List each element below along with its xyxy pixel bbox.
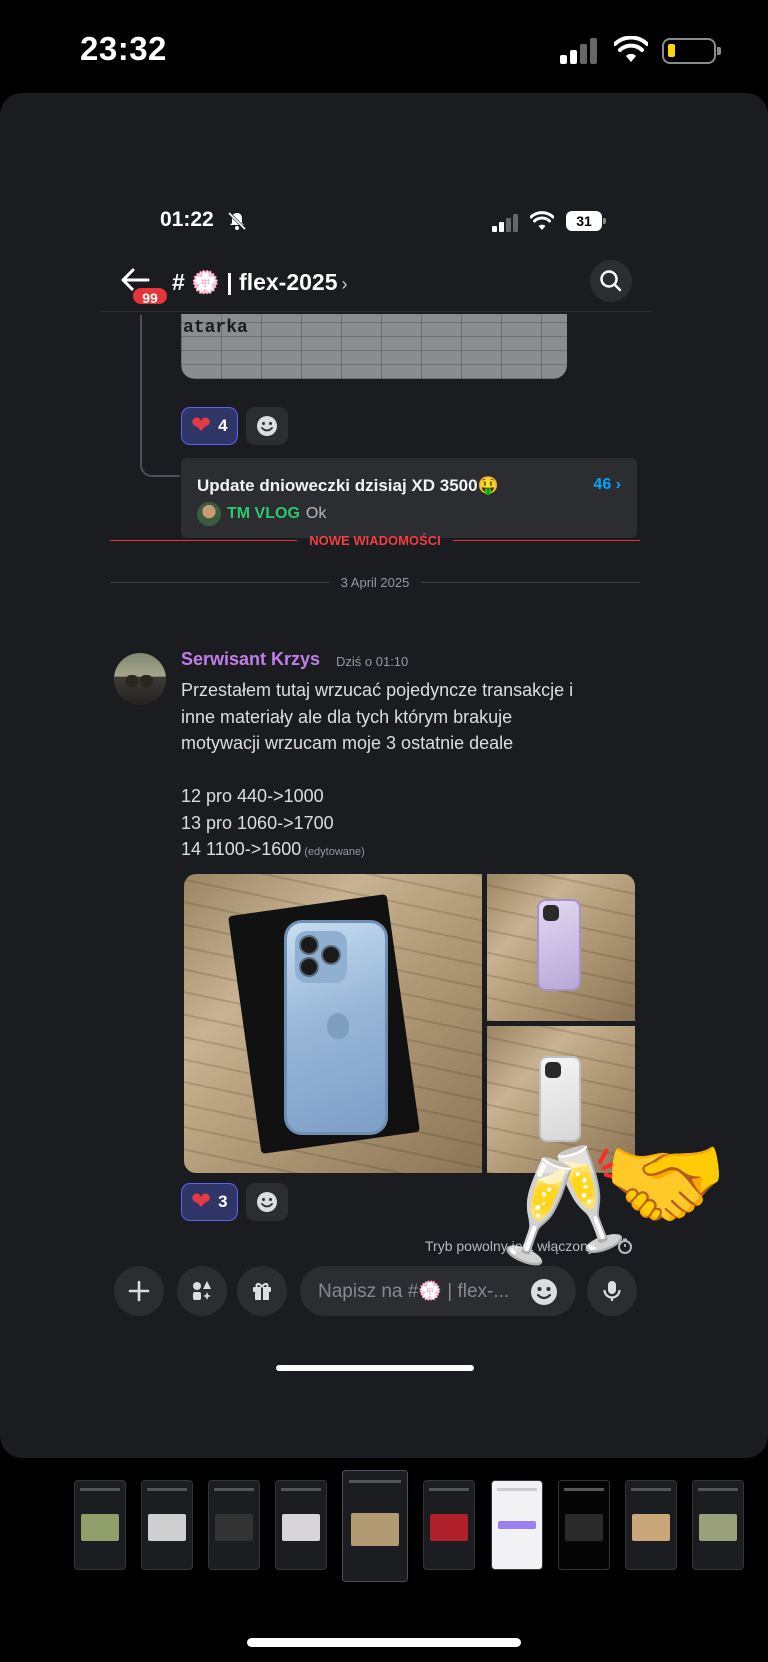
story-thumbnail[interactable] [141,1480,193,1570]
new-messages-label: NOWE WIADOMOŚCI [309,532,441,548]
thread-last-text: Ok [305,505,327,522]
story-thumbnail[interactable] [558,1480,610,1570]
add-reaction-button[interactable] [246,1183,288,1221]
message-author[interactable]: Serwisant Krzys [181,649,320,670]
outer-clock: 23:32 [80,30,167,67]
thread-connector [140,315,180,477]
heart-icon: ❤ [191,412,212,439]
previous-image-text: atarka [183,318,248,338]
inner-clock: 01:22 [160,208,214,231]
message-timestamp: Dziś o 01:10 [336,654,409,669]
gift-button[interactable] [237,1266,287,1316]
cellular-signal-icon [560,38,600,64]
add-reaction-button[interactable] [246,407,288,445]
emoji-icon [257,416,277,436]
emoji-icon [257,1192,277,1212]
message-body: Przestałem tutaj wrzucać pojedyncze tran… [181,677,641,866]
thread-message-count: 46 › [593,476,621,493]
outer-status-bar: 23:32 [0,0,768,100]
reaction-count: 4 [218,416,228,435]
inner-home-indicator [276,1365,474,1371]
photo-iphone-14[interactable] [487,874,635,1021]
heart-reaction[interactable]: ❤ 4 [181,407,238,445]
author-avatar[interactable] [114,653,166,705]
story-thumbnail[interactable] [208,1480,260,1570]
battery-icon [662,38,721,64]
date-label: 3 April 2025 [340,574,410,590]
heart-reaction[interactable]: ❤ 3 [181,1183,238,1221]
inner-wifi-icon [530,211,554,230]
photo-iphone-13-pro[interactable] [184,874,482,1173]
channel-name: # 💮 | flex-2025 [172,269,338,295]
home-indicator [247,1638,521,1647]
apps-button[interactable] [177,1266,227,1316]
message-line: 13 pro 1060->1700 [181,812,334,833]
story-thumbnail[interactable] [491,1480,543,1570]
message-line: inne materiały ale dla tych którym braku… [181,706,513,727]
previous-image-attachment[interactable]: atarka [181,314,567,379]
edited-label: (edytowane) [304,846,365,858]
unread-badge: 99 [131,286,169,306]
story-thumbnail[interactable] [275,1480,327,1570]
handshake-sticker[interactable]: 🤝 [603,1134,728,1234]
message-line: Przestałem tutaj wrzucać pojedyncze tran… [181,680,574,700]
emoji-icon[interactable] [530,1278,558,1306]
bell-slash-icon [227,211,247,231]
message-line: 12 pro 440->1000 [181,786,324,806]
message-line: motywacji wrzucam moje 3 ostatnie deale [181,733,514,753]
thread-last-user: TM VLOG [227,505,300,522]
story-thumbnail-strip [0,1470,768,1590]
story-thumbnail[interactable] [692,1480,744,1570]
channel-title[interactable]: # 💮 | flex-2025 › [172,269,348,296]
heart-icon: ❤ [191,1188,212,1215]
inner-signal-icon [492,214,520,232]
voice-message-button[interactable] [587,1266,637,1316]
thread-title: Update dnioweczki dzisiaj XD 3500🤑 [197,476,499,495]
header-divider [100,311,652,312]
reaction-count: 3 [218,1192,228,1211]
microphone-icon [603,1281,621,1301]
plus-icon [128,1280,150,1302]
channel-header: 99 # 💮 | flex-2025 › [0,253,768,313]
thread-last-message: TM VLOG Ok [197,502,326,526]
search-button[interactable] [590,260,632,302]
avatar [197,502,221,526]
gift-icon [253,1283,271,1300]
new-messages-divider: NOWE WIADOMOŚCI [110,530,640,550]
message-composer: Napisz na #💮 | flex-... [0,1258,768,1318]
story-thumbnail[interactable] [423,1480,475,1570]
image-gallery [184,874,635,1173]
thread-preview[interactable]: Update dnioweczki dzisiaj XD 3500🤑 46 › … [181,458,637,538]
wifi-icon [614,36,648,62]
inner-battery: 31 [566,211,606,231]
message-line-last: 14 1100->1600 (edytowane) [181,836,641,866]
story-thumbnail[interactable] [625,1480,677,1570]
story-thumbnail[interactable] [74,1480,126,1570]
chevron-right-icon: › [341,274,348,294]
add-attachment-button[interactable] [114,1266,164,1316]
story-thumbnail-selected[interactable] [342,1470,408,1582]
apps-icon [193,1281,211,1300]
date-divider: 3 April 2025 [110,572,641,592]
message-line-text: 14 1100->1600 [181,839,302,859]
shared-screenshot: 01:22 31 99 # 💮 | flex-2025 › atarka ❤ 4… [0,93,768,1458]
search-icon [600,270,622,292]
